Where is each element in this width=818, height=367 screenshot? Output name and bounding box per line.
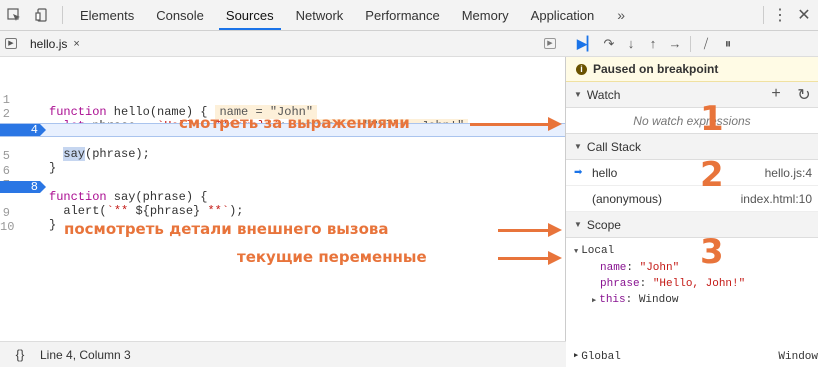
breakpoint-marker[interactable]: 8 (0, 181, 46, 193)
separator (690, 35, 691, 52)
inspect-element-icon[interactable] (0, 0, 28, 30)
code-line: 1 function hello(name) {name = "John" (0, 82, 565, 119)
callstack-section-header[interactable]: ▼ Call Stack (566, 134, 818, 160)
code-line: 2 let phrase = `Hello, ${name}!`;phrase … (0, 96, 565, 133)
scope-var[interactable]: name: "John" (574, 260, 818, 276)
debugger-sidebar: ▶▏ ↷ ↓ ↑ → ⧸ ⏸ i Paused on breakpoint ▼ … (566, 31, 818, 367)
file-tab-hello-js[interactable]: hello.js × (30, 37, 80, 51)
tab-sources[interactable]: Sources (215, 0, 285, 30)
tab-elements[interactable]: Elements (69, 0, 145, 30)
var-value: "Hello, John!" (652, 278, 746, 290)
expand-triangle-icon: ▼ (574, 142, 582, 151)
scope-global[interactable]: ▶ Global Window (574, 351, 818, 363)
scope-title: Scope (586, 217, 621, 232)
var-name: this (599, 294, 626, 306)
debugger-toolbar: ▶▏ ↷ ↓ ↑ → ⧸ ⏸ (566, 31, 818, 57)
annotation-watch: смотреть за выражениями (179, 114, 410, 132)
kebab-menu-icon[interactable]: ⋮ (770, 5, 790, 25)
cursor-position: Line 4, Column 3 (40, 347, 131, 362)
device-toolbar-icon[interactable] (28, 0, 56, 30)
info-icon: i (576, 63, 587, 75)
resume-icon[interactable]: ▶▏ (576, 34, 598, 54)
tab-memory[interactable]: Memory (451, 0, 520, 30)
code-line: 8 alert(`** ${phrase} **`); (0, 181, 565, 217)
step-icon[interactable]: → (664, 34, 686, 54)
scope-tree: ▼ Local name: "John" phrase: "Hello, John… (566, 238, 818, 309)
refresh-icon[interactable]: ↻ (790, 85, 818, 105)
annotation-arrowhead (548, 223, 562, 237)
close-devtools-icon[interactable]: ✕ (790, 5, 818, 25)
annotation-arrowhead (548, 117, 562, 131)
toggle-navigator-icon[interactable]: ▶ (0, 31, 22, 57)
annotation-arrowhead (548, 251, 562, 265)
tab-console[interactable]: Console (145, 0, 215, 30)
line-number[interactable]: 10 (0, 221, 38, 233)
file-tab-label: hello.js (30, 36, 68, 51)
scope-local-label: Local (581, 245, 615, 257)
code-line: 5 } (0, 138, 565, 174)
scope-this[interactable]: ▶ this: Window (574, 292, 818, 309)
watch-section-header[interactable]: ▼ Watch + ↻ (566, 82, 818, 108)
expand-triangle-icon: ▼ (574, 90, 582, 99)
step-over-icon[interactable]: ↷ (598, 34, 620, 54)
frame-name: hello (592, 165, 618, 180)
tab-network[interactable]: Network (285, 0, 355, 30)
more-tabs-button[interactable]: » (605, 7, 637, 23)
callstack-title: Call Stack (586, 139, 641, 154)
toggle-debugger-icon[interactable]: ▶ (544, 38, 556, 49)
annotation-number: 3 (700, 232, 724, 272)
scope-section-header[interactable]: ▼ Scope (566, 212, 818, 238)
code-line: 7 function say(phrase) { (0, 167, 565, 203)
annotation-number: 1 (700, 99, 724, 139)
separator (763, 6, 764, 24)
paused-text: Paused on breakpoint (593, 62, 719, 76)
code-line: 9 } (0, 195, 565, 231)
pause-on-exceptions-icon[interactable]: ⏸ (717, 34, 739, 54)
code-editor[interactable]: 1 function hello(name) {name = "John" 2 … (0, 57, 566, 341)
annotation-arrow (498, 257, 550, 260)
devtools-tab-bar: Elements Console Sources Network Perform… (0, 0, 818, 31)
annotation-current-vars: текущие переменные (237, 248, 427, 266)
watch-title: Watch (586, 87, 621, 102)
editor-status-bar: {} Line 4, Column 3 (0, 341, 566, 367)
tab-performance[interactable]: Performance (354, 0, 450, 30)
frame-location[interactable]: hello.js:4 (765, 166, 812, 180)
separator (62, 6, 63, 24)
paused-banner: i Paused on breakpoint (566, 57, 818, 82)
scope-local[interactable]: ▼ Local (574, 243, 818, 260)
var-value: Window (638, 294, 679, 306)
var-value: "John" (639, 262, 680, 274)
call-frame[interactable]: ➡ hello hello.js:4 (566, 160, 818, 186)
breakpoint-marker[interactable]: 4 (0, 124, 46, 136)
code-line: 6 (0, 153, 565, 177)
var-name: phrase (600, 278, 640, 290)
pretty-print-button[interactable]: {} (0, 347, 40, 362)
frame-location[interactable]: index.html:10 (741, 192, 812, 206)
current-frame-arrow-icon: ➡ (574, 167, 583, 178)
scope-var[interactable]: phrase: "Hello, John!" (574, 276, 818, 292)
var-name: name (600, 262, 627, 274)
tab-application[interactable]: Application (520, 0, 606, 30)
watch-empty: No watch expressions (566, 108, 818, 134)
deactivate-breakpoints-icon[interactable]: ⧸ (695, 34, 717, 54)
global-value: Window (778, 351, 818, 363)
step-into-icon[interactable]: ↓ (620, 34, 642, 54)
annotation-arrow (498, 229, 550, 232)
annotation-arrow (470, 123, 550, 126)
global-label: Global (581, 351, 621, 363)
add-watch-icon[interactable]: + (762, 85, 790, 105)
call-frame[interactable]: (anonymous) index.html:10 (566, 186, 818, 212)
annotation-number: 2 (700, 155, 724, 195)
frame-name: (anonymous) (592, 191, 663, 206)
editor-tab-bar: ▶ hello.js × ▶ (0, 31, 566, 57)
annotation-outer-call: посмотреть детали внешнего вызова (64, 220, 389, 238)
expand-triangle-icon: ▼ (574, 220, 582, 229)
close-file-icon[interactable]: × (73, 38, 79, 50)
step-out-icon[interactable]: ↑ (642, 34, 664, 54)
